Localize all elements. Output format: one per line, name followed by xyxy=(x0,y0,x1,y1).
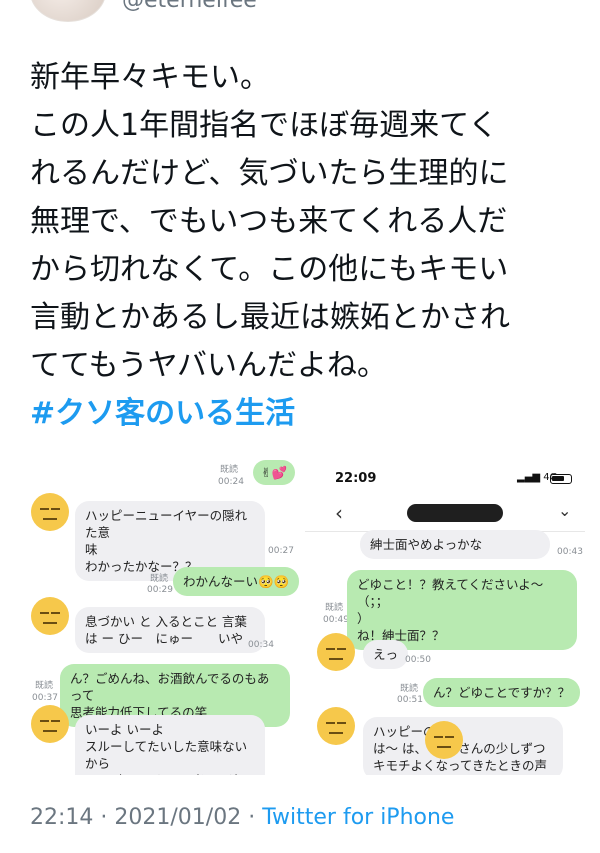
message-time: 00:51 xyxy=(397,695,423,705)
tweet-timestamp: 22:14 · 2021/01/02 · Twitter for iPhone xyxy=(30,805,454,830)
message-time: 00:37 xyxy=(32,693,58,703)
message-bubble: えっ xyxy=(363,640,409,669)
tweet-line: から切れなくて。この他にもキモい xyxy=(30,252,509,287)
sender-avatar-emoji xyxy=(317,633,355,671)
message-bubble: わかんなーい🥺🥺 xyxy=(173,567,300,596)
sender-avatar-emoji xyxy=(31,597,69,635)
tweet-line: 言動とかあるし最近は嫉妬とかされ xyxy=(30,300,510,335)
tweet-date[interactable]: 2021/01/02 xyxy=(114,805,241,830)
hashtag-link[interactable]: #クソ客のいる生活 xyxy=(30,390,575,438)
user-handle[interactable]: @eternelfee xyxy=(122,0,257,13)
back-chevron-icon[interactable]: ‹ xyxy=(335,501,343,525)
message-bubble: ハッピーの は〜 は、 さんの少しずつ キモチよくなってきたときの声 xyxy=(363,717,563,775)
read-indicator: 既読 xyxy=(35,681,54,691)
tweet-source-link[interactable]: Twitter for iPhone xyxy=(262,805,454,830)
message-time: 00:34 xyxy=(248,640,274,650)
read-indicator: 既読 xyxy=(220,465,239,475)
chevron-down-icon[interactable]: ⌄ xyxy=(558,501,571,520)
tweet-line: 新年早々キモい。 xyxy=(30,60,270,95)
read-indicator: 既読 xyxy=(325,603,344,613)
redacted-contact-name xyxy=(407,504,503,522)
sticker-bubble: ✌💕 xyxy=(253,460,296,485)
avatar[interactable] xyxy=(30,0,106,22)
message-time: 00:27 xyxy=(268,546,294,556)
chat-screenshot-left[interactable]: 既読 00:24 ✌💕 ハッピーニューイヤーの隠れた意味わかったかなー？？ 00… xyxy=(15,445,302,775)
message-time: 00:29 xyxy=(147,585,173,595)
status-bar-time: 22:09 xyxy=(335,471,377,486)
read-indicator: 既読 xyxy=(400,684,419,694)
chat-screenshot-right[interactable]: 22:09 ▂▄▆ 4G ‹ ⌄ 紳士面やめよっかな 00:43 既読 00:4… xyxy=(305,445,585,775)
tweet-time[interactable]: 22:14 xyxy=(30,805,93,830)
message-bubble: ん？どゆことですか？？ xyxy=(423,678,581,707)
tweet-line: ててもうヤバいんだよね。 xyxy=(30,348,387,383)
message-bubble: 息づかい と 入るとこと 言葉は ー ひー にゅー いや xyxy=(75,607,265,653)
tweet-line: れるんだけど、気づいたら生理的に xyxy=(30,156,509,191)
message-time: 00:24 xyxy=(218,477,244,487)
sender-avatar-emoji xyxy=(31,705,69,743)
message-bubble: 紳士面やめよっかな xyxy=(360,530,550,559)
message-time: 00:43 xyxy=(557,547,583,557)
tweet-line: 無理で、でもいつも来てくれる人だ xyxy=(30,204,508,239)
message-bubble: どゆこと！？教えてくださいよ〜（；；）ね！紳士面？？ xyxy=(347,570,577,650)
battery-icon xyxy=(550,474,572,484)
attached-media[interactable]: 既読 00:24 ✌💕 ハッピーニューイヤーの隠れた意味わかったかなー？？ 00… xyxy=(15,445,585,775)
sender-avatar-emoji xyxy=(317,707,355,745)
separator-dot: · xyxy=(248,805,256,830)
sticker-emoji-face xyxy=(425,721,463,759)
read-indicator: 既読 xyxy=(150,574,169,584)
tweet-line: この人1年間指名でほぼ毎週来てく xyxy=(30,108,499,143)
separator-dot: · xyxy=(100,805,108,830)
message-bubble: いーよ いーよスルーしてたいした意味ないから2021年は、もっと楽しく逢いた xyxy=(75,715,265,775)
message-time: 00:49 xyxy=(323,615,349,625)
sender-avatar-emoji xyxy=(31,493,69,531)
tweet-text: 新年早々キモい。 この人1年間指名でほぼ毎週来てく れるんだけど、気づいたら生理… xyxy=(30,54,575,438)
message-time: 00:50 xyxy=(405,655,431,665)
